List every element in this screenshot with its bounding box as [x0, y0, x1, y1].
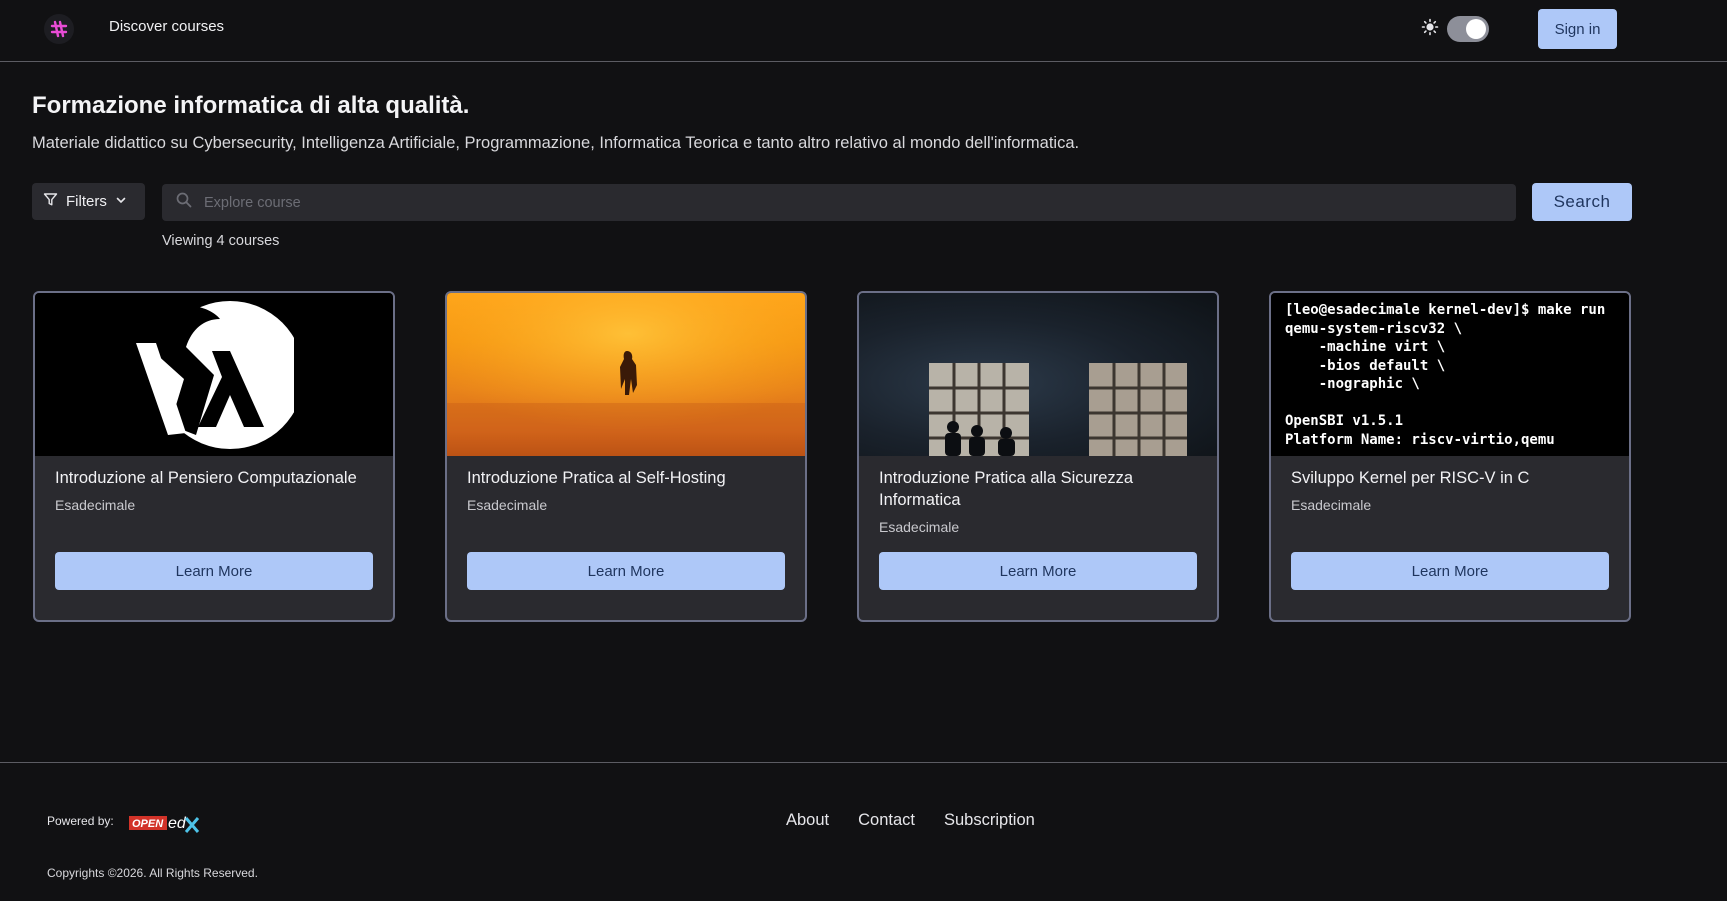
course-org: Esadecimale	[879, 519, 960, 535]
search-input[interactable]	[204, 194, 1484, 211]
copyright-text: Copyrights ©2026. All Rights Reserved.	[47, 866, 258, 880]
course-thumbnail	[447, 293, 805, 456]
course-thumbnail	[859, 293, 1217, 456]
switch-knob	[1466, 19, 1486, 39]
page-subtitle: Materiale didattico su Cybersecurity, In…	[32, 134, 1080, 152]
footer-link-about[interactable]: About	[786, 811, 829, 830]
footer: Powered by: OPEN ed About Contact Subscr…	[0, 762, 1727, 901]
learn-more-button[interactable]: Learn More	[467, 552, 785, 590]
course-card[interactable]: Introduzione Pratica alla Sicurezza Info…	[857, 291, 1219, 622]
filters-button[interactable]: Filters	[32, 183, 145, 220]
course-card[interactable]: Introduzione Pratica al Self-Hosting Esa…	[445, 291, 807, 622]
learn-more-button[interactable]: Learn More	[879, 552, 1197, 590]
course-title[interactable]: Introduzione al Pensiero Computazionale	[55, 467, 375, 489]
page-title: Formazione informatica di alta qualità.	[32, 92, 470, 119]
course-title[interactable]: Introduzione Pratica al Self-Hosting	[467, 467, 787, 489]
openedx-logo-icon[interactable]: OPEN ed	[128, 808, 204, 839]
svg-text:OPEN: OPEN	[132, 818, 164, 830]
sign-in-button[interactable]: Sign in	[1538, 9, 1617, 49]
logo-icon[interactable]	[44, 14, 74, 44]
course-org: Esadecimale	[1291, 497, 1372, 513]
course-card[interactable]: [leo@esadecimale kernel-dev]$ make run q…	[1269, 291, 1631, 622]
footer-links: About Contact Subscription	[786, 811, 1035, 830]
powered-by-label: Powered by:	[47, 814, 114, 828]
lambda-logo-icon	[136, 300, 294, 449]
course-card[interactable]: Introduzione al Pensiero Computazionale …	[33, 291, 395, 622]
learn-more-button[interactable]: Learn More	[1291, 552, 1609, 590]
course-thumbnail	[35, 293, 393, 456]
search-button[interactable]: Search	[1532, 183, 1632, 221]
learn-more-button[interactable]: Learn More	[55, 552, 373, 590]
terminal-thumbnail: [leo@esadecimale kernel-dev]$ make run q…	[1271, 293, 1629, 456]
top-header: Discover courses Sign in	[0, 0, 1727, 62]
nav-discover-courses[interactable]: Discover courses	[109, 18, 224, 35]
results-count: Viewing 4 courses	[162, 233, 280, 249]
moon-icon	[1497, 18, 1513, 41]
search-icon	[176, 192, 192, 213]
course-title[interactable]: Introduzione Pratica alla Sicurezza Info…	[879, 467, 1199, 511]
search-box[interactable]	[162, 184, 1516, 221]
course-org: Esadecimale	[55, 497, 136, 513]
window-silhouettes-image	[929, 363, 1187, 456]
course-org: Esadecimale	[467, 497, 548, 513]
footer-link-contact[interactable]: Contact	[858, 811, 915, 830]
course-title[interactable]: Sviluppo Kernel per RISC-V in C	[1291, 467, 1611, 489]
svg-text:ed: ed	[168, 815, 187, 832]
filter-icon	[43, 192, 58, 211]
desert-figure-image	[447, 293, 805, 456]
chevron-down-icon	[115, 193, 127, 210]
theme-toggle[interactable]	[1421, 16, 1513, 42]
filters-label: Filters	[66, 193, 107, 210]
theme-switch[interactable]	[1447, 16, 1489, 42]
sun-icon	[1421, 18, 1439, 41]
footer-link-subscription[interactable]: Subscription	[944, 811, 1035, 830]
